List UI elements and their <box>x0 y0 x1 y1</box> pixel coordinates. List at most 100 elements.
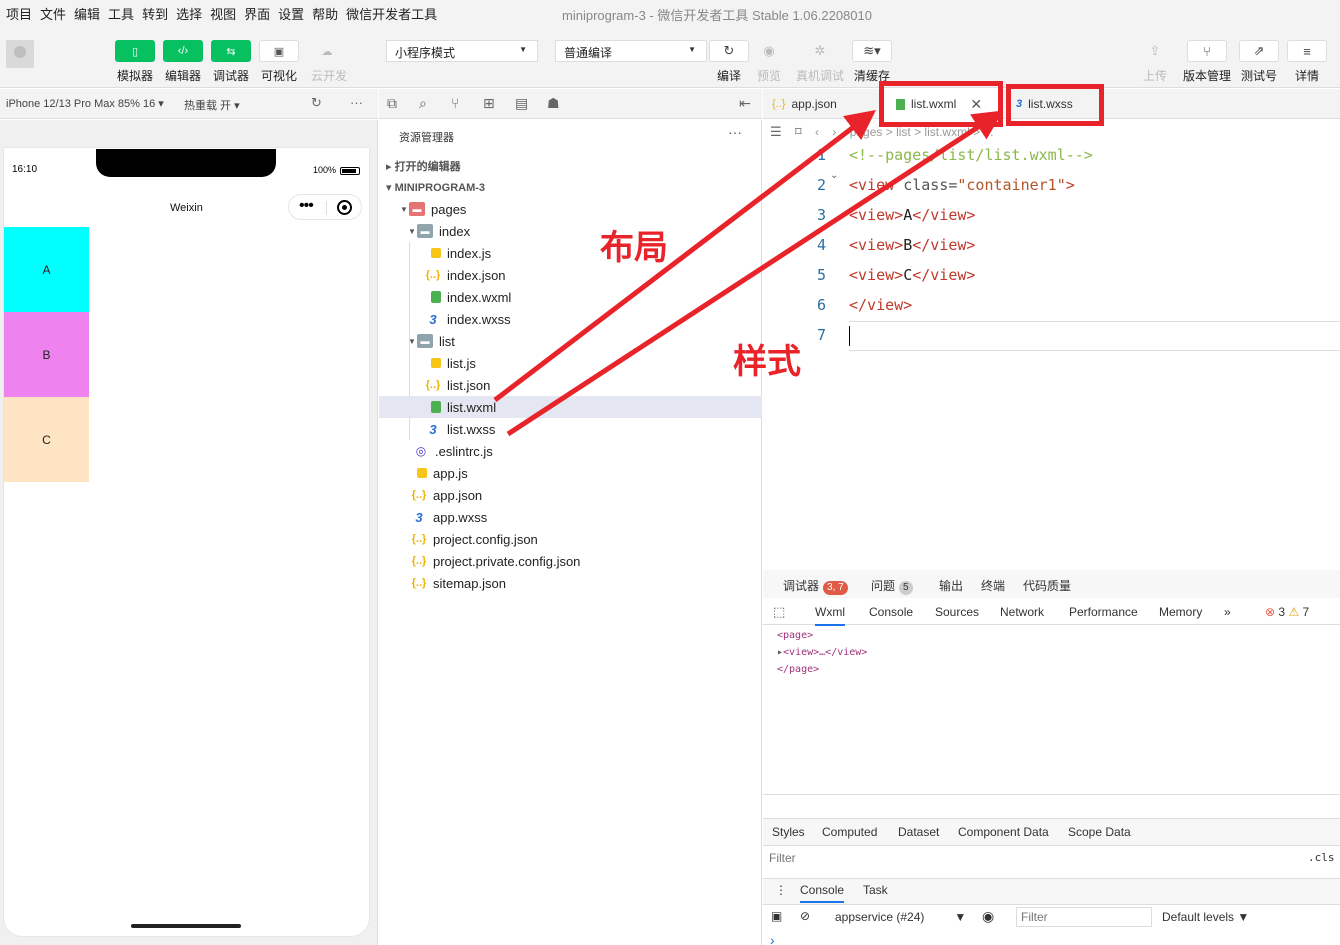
files-icon[interactable]: ⧉ <box>387 95 397 112</box>
tree-file-list-wxml[interactable]: list.wxml <box>379 396 762 418</box>
device-debug-button[interactable]: ✲ <box>800 40 840 62</box>
tab-computed[interactable]: Computed <box>822 825 877 839</box>
console-filter-input[interactable] <box>1016 907 1152 927</box>
preview-button[interactable]: ◉ <box>749 40 789 62</box>
tree-file-index-wxss[interactable]: 3 index.wxss <box>379 308 762 330</box>
nav-back-icon[interactable]: ‹ <box>815 125 819 139</box>
menu-tools[interactable]: 工具 <box>106 4 140 23</box>
extensions-icon[interactable]: ⊞ <box>483 95 495 112</box>
capsule-menu[interactable]: ••• <box>288 194 362 220</box>
tree-file-project-config[interactable]: {..} project.config.json <box>379 528 762 550</box>
nav-forward-icon[interactable]: › <box>832 125 836 139</box>
source-control-icon[interactable]: ⑂ <box>451 95 459 111</box>
menu-view[interactable]: 视图 <box>208 4 242 23</box>
menu-interface[interactable]: 界面 <box>242 4 276 23</box>
fold-chevron-icon[interactable]: ⌄ <box>830 170 838 181</box>
visual-button[interactable]: ▣ <box>259 40 299 62</box>
console-prompt[interactable]: › <box>770 932 775 945</box>
storage-icon[interactable]: ▤ <box>515 95 528 112</box>
wxml-node-view[interactable]: ▸<view>…</view> <box>777 647 867 658</box>
tab-console[interactable]: Console <box>869 605 913 619</box>
eye-icon[interactable]: ◉ <box>982 908 994 925</box>
view-block-c[interactable]: C <box>4 397 89 482</box>
menu-goto[interactable]: 转到 <box>140 4 174 23</box>
view-block-a[interactable]: A <box>4 227 89 312</box>
tree-folder-pages[interactable]: ▼ ▬ pages <box>379 198 762 220</box>
sidebar-toggle-icon[interactable]: ▣ <box>771 909 782 923</box>
tab-memory[interactable]: Memory <box>1159 605 1202 619</box>
tree-folder-list[interactable]: ▼ ▬ list <box>379 330 762 352</box>
menu-project[interactable]: 项目 <box>4 4 38 23</box>
avatar[interactable] <box>6 40 34 68</box>
tree-file-list-js[interactable]: list.js <box>379 352 762 374</box>
debugger-toggle-button[interactable]: ⇆ <box>211 40 251 62</box>
device-select[interactable]: iPhone 12/13 Pro Max 85% 16 ▾ <box>6 97 164 110</box>
tab-app-json[interactable]: {..} app.json <box>772 89 878 119</box>
project-header[interactable]: ▾ MINIPROGRAM-3 <box>386 181 485 194</box>
drawer-menu-icon[interactable]: ⋮ <box>775 883 787 897</box>
menu-devtools[interactable]: 微信开发者工具 <box>344 4 443 23</box>
tree-file-index-wxml[interactable]: index.wxml <box>379 286 762 308</box>
tab-wxml[interactable]: Wxml <box>815 605 845 626</box>
menu-help[interactable]: 帮助 <box>310 4 344 23</box>
tree-file-index-json[interactable]: {..} index.json <box>379 264 762 286</box>
compile-select[interactable]: 普通编译 ▼ <box>555 40 707 62</box>
tree-file-list-json[interactable]: {..} list.json <box>379 374 762 396</box>
menu-settings[interactable]: 设置 <box>276 4 310 23</box>
upload-button[interactable]: ⇪ <box>1135 40 1175 62</box>
reload-icon[interactable]: ↻ <box>311 95 322 111</box>
tree-folder-index[interactable]: ▼ ▬ index <box>379 220 762 242</box>
tab-debugger[interactable]: 调试器 3, 7 <box>783 577 848 595</box>
tree-file-sitemap[interactable]: {..} sitemap.json <box>379 572 762 594</box>
tab-console-drawer[interactable]: Console <box>800 883 845 903</box>
tab-code-quality[interactable]: 代码质量 <box>1023 577 1071 594</box>
menu-edit[interactable]: 编辑 <box>72 4 106 23</box>
more-icon[interactable]: ··· <box>350 95 363 110</box>
bookmark-icon[interactable]: ⌑ <box>795 124 802 139</box>
tree-file-list-wxss[interactable]: 3 list.wxss <box>379 418 762 440</box>
wxml-node-page-open[interactable]: <page> <box>777 630 813 641</box>
close-target-icon[interactable] <box>337 200 352 215</box>
inspect-element-icon[interactable]: ⬚ <box>773 604 785 620</box>
tree-file-app-json[interactable]: {..} app.json <box>379 484 762 506</box>
detail-button[interactable]: ≡ <box>1287 40 1327 62</box>
styles-filter-input[interactable] <box>765 848 1297 868</box>
clear-cache-button[interactable]: ≋▾ <box>852 40 892 62</box>
tab-component-data[interactable]: Component Data <box>958 825 1049 839</box>
list-view-icon[interactable]: ☰ <box>770 124 782 139</box>
menu-select[interactable]: 选择 <box>174 4 208 23</box>
tab-dataset[interactable]: Dataset <box>898 825 939 839</box>
tree-file-app-wxss[interactable]: 3 app.wxss <box>379 506 762 528</box>
tab-network[interactable]: Network <box>1000 605 1044 619</box>
test-account-button[interactable]: ⇗ <box>1239 40 1279 62</box>
tab-performance[interactable]: Performance <box>1069 605 1138 619</box>
tab-issues[interactable]: 问题 5 <box>871 577 913 595</box>
wxml-node-page-close[interactable]: </page> <box>777 664 819 675</box>
search-icon[interactable]: ⌕ <box>419 95 427 112</box>
view-block-b[interactable]: B <box>4 312 89 397</box>
docker-icon[interactable]: ☗ <box>547 95 560 112</box>
cloud-button[interactable]: ☁ <box>307 40 347 62</box>
simulator-toggle-button[interactable]: ▯ <box>115 40 155 62</box>
issue-counter[interactable]: ⊗ 3 ⚠ 7 <box>1265 605 1309 619</box>
tab-scope-data[interactable]: Scope Data <box>1068 825 1131 839</box>
version-button[interactable]: ⑂ <box>1187 40 1227 62</box>
tab-output[interactable]: 输出 <box>939 577 963 594</box>
more-icon[interactable]: ··· <box>728 124 742 140</box>
mode-select[interactable]: 小程序模式 ▼ <box>386 40 538 62</box>
more-tabs-icon[interactable]: » <box>1224 605 1231 619</box>
compile-button[interactable]: ↻ <box>709 40 749 62</box>
tab-sources[interactable]: Sources <box>935 605 979 619</box>
tree-file-project-private[interactable]: {..} project.private.config.json <box>379 550 762 572</box>
menu-file[interactable]: 文件 <box>38 4 72 23</box>
log-levels-select[interactable]: Default levels ▼ <box>1162 910 1249 924</box>
tree-file-eslintrc[interactable]: ◎ .eslintrc.js <box>379 440 762 462</box>
tab-styles[interactable]: Styles <box>772 825 805 839</box>
editor-toggle-button[interactable]: ‹/› <box>163 40 203 62</box>
tab-task[interactable]: Task <box>863 883 888 897</box>
tree-file-app-js[interactable]: app.js <box>379 462 762 484</box>
clear-console-icon[interactable]: ⊘ <box>800 909 810 923</box>
context-select[interactable]: appservice (#24) ▼ <box>835 910 966 924</box>
breadcrumb-path[interactable]: pages > list > list.wxml > ... <box>850 125 994 139</box>
collapse-panel-icon[interactable]: ⇤ <box>739 95 751 112</box>
